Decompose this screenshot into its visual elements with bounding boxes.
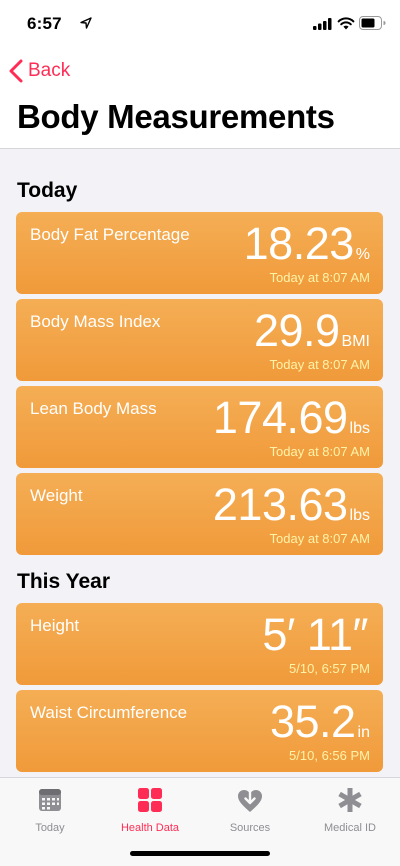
heart-download-icon — [238, 787, 262, 812]
card-timestamp: Today at 8:07 AM — [269, 444, 370, 459]
tab-medical-id[interactable]: Medical ID — [300, 784, 400, 838]
content-area: Today Body Fat Percentage 18.23 % Today … — [0, 149, 400, 777]
location-arrow-icon — [80, 17, 92, 29]
measurement-card-bmi[interactable]: Body Mass Index 29.9 BMI Today at 8:07 A… — [16, 299, 383, 381]
card-label: Height — [30, 616, 80, 635]
card-value-number: 35.2 — [269, 696, 356, 747]
status-time: 6:57 — [27, 14, 62, 33]
tab-label: Health Data — [120, 822, 180, 834]
card-value-number: 5′ 11″ — [262, 609, 368, 660]
section-title-this-year: This Year — [17, 570, 111, 593]
card-value: 213.63 lbs — [213, 479, 370, 531]
card-value: 29.9 BMI — [254, 305, 370, 357]
page-title: Body Measurements — [17, 98, 335, 135]
measurement-card-weight[interactable]: Weight 213.63 lbs Today at 8:07 AM — [16, 473, 383, 555]
calendar-icon — [39, 789, 61, 811]
measurement-card-body-fat[interactable]: Body Fat Percentage 18.23 % Today at 8:0… — [16, 212, 383, 294]
battery-icon — [359, 16, 386, 30]
card-timestamp: Today at 8:07 AM — [269, 270, 370, 285]
back-button[interactable]: Back — [8, 56, 70, 86]
status-bar: 6:57 — [0, 0, 400, 50]
card-timestamp: 5/10, 6:57 PM — [289, 661, 370, 676]
back-label: Back — [28, 60, 71, 81]
measurement-card-lean-body-mass[interactable]: Lean Body Mass 174.69 lbs Today at 8:07 … — [16, 386, 383, 468]
grid-icon — [138, 788, 162, 812]
wifi-icon — [337, 17, 355, 30]
card-value-unit: lbs — [349, 420, 370, 437]
tab-label: Today — [35, 822, 65, 834]
card-label: Body Fat Percentage — [30, 225, 190, 244]
card-value: 5′ 11″ — [262, 609, 370, 661]
tab-label: Medical ID — [324, 822, 376, 834]
home-indicator[interactable] — [130, 851, 270, 856]
card-value: 18.23 % — [244, 218, 370, 270]
card-value-number: 174.69 — [212, 392, 348, 443]
tab-health-data[interactable]: Health Data — [100, 784, 200, 838]
chevron-left-icon — [9, 59, 23, 83]
cellular-signal-icon — [313, 18, 332, 30]
card-value-number: 18.23 — [243, 218, 355, 269]
card-label: Waist Circumference — [30, 703, 188, 722]
tab-today[interactable]: Today — [0, 784, 100, 838]
card-value-number: 29.9 — [253, 305, 340, 356]
measurement-card-height[interactable]: Height 5′ 11″ 5/10, 6:57 PM — [16, 603, 383, 685]
measurement-card-waist-circumference[interactable]: Waist Circumference 35.2 in 5/10, 6:56 P… — [16, 690, 383, 772]
card-value-unit: lbs — [349, 507, 370, 524]
tab-sources[interactable]: Sources — [200, 784, 300, 838]
card-label: Lean Body Mass — [30, 399, 157, 418]
section-title-today: Today — [17, 179, 78, 202]
card-value: 174.69 lbs — [213, 392, 370, 444]
card-label: Weight — [30, 486, 83, 505]
asterisk-icon — [338, 788, 362, 812]
card-timestamp: Today at 8:07 AM — [269, 357, 370, 372]
tab-label: Sources — [229, 822, 271, 834]
card-value-unit: in — [357, 724, 370, 741]
card-timestamp: 5/10, 6:56 PM — [289, 748, 370, 763]
card-timestamp: Today at 8:07 AM — [269, 531, 370, 546]
card-label: Body Mass Index — [30, 312, 161, 331]
card-value-number: 213.63 — [212, 479, 348, 530]
card-value-unit: % — [355, 246, 370, 263]
card-value: 35.2 in — [270, 696, 370, 748]
card-value-unit: BMI — [341, 333, 370, 350]
